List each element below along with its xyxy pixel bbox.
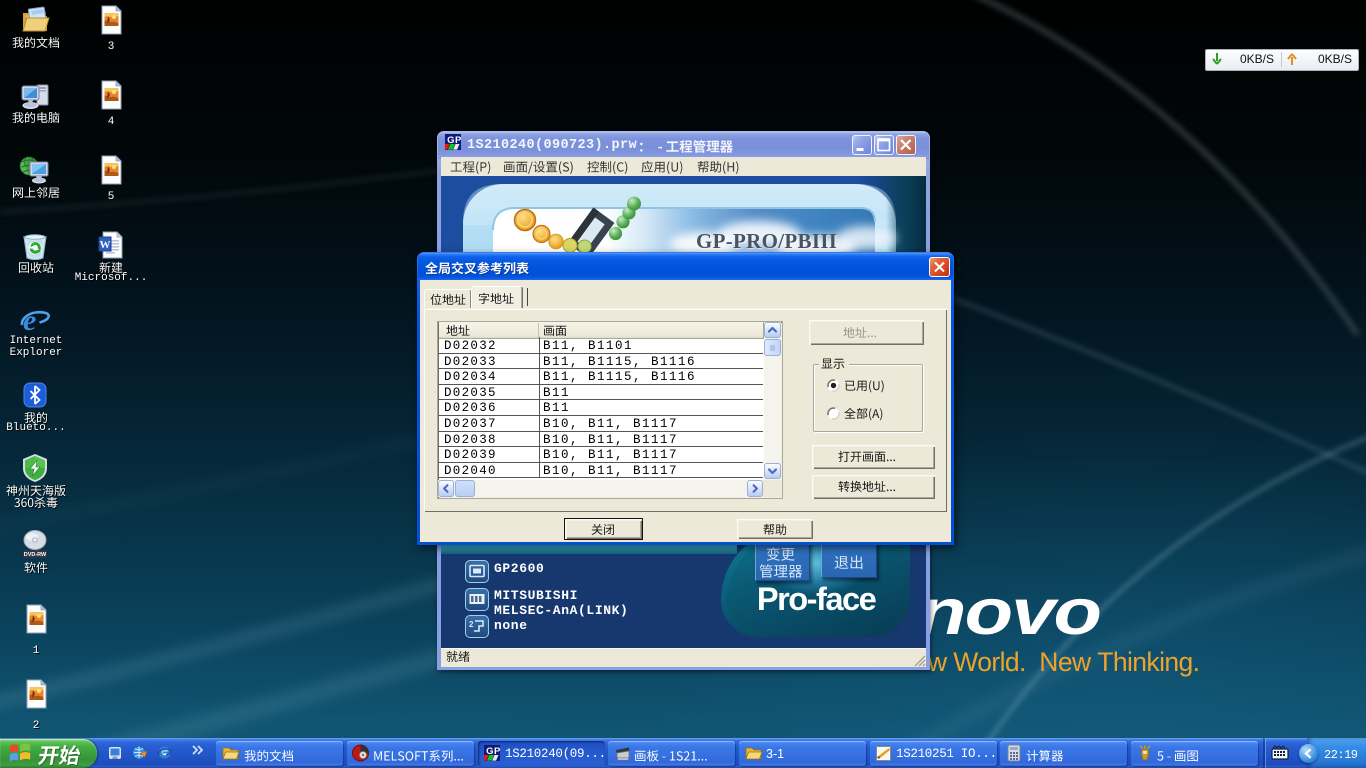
svg-text:W: W (100, 239, 111, 251)
svg-text:DVD-RW: DVD-RW (24, 552, 47, 558)
svg-text:e: e (23, 304, 36, 336)
svg-text:2: 2 (469, 620, 474, 629)
